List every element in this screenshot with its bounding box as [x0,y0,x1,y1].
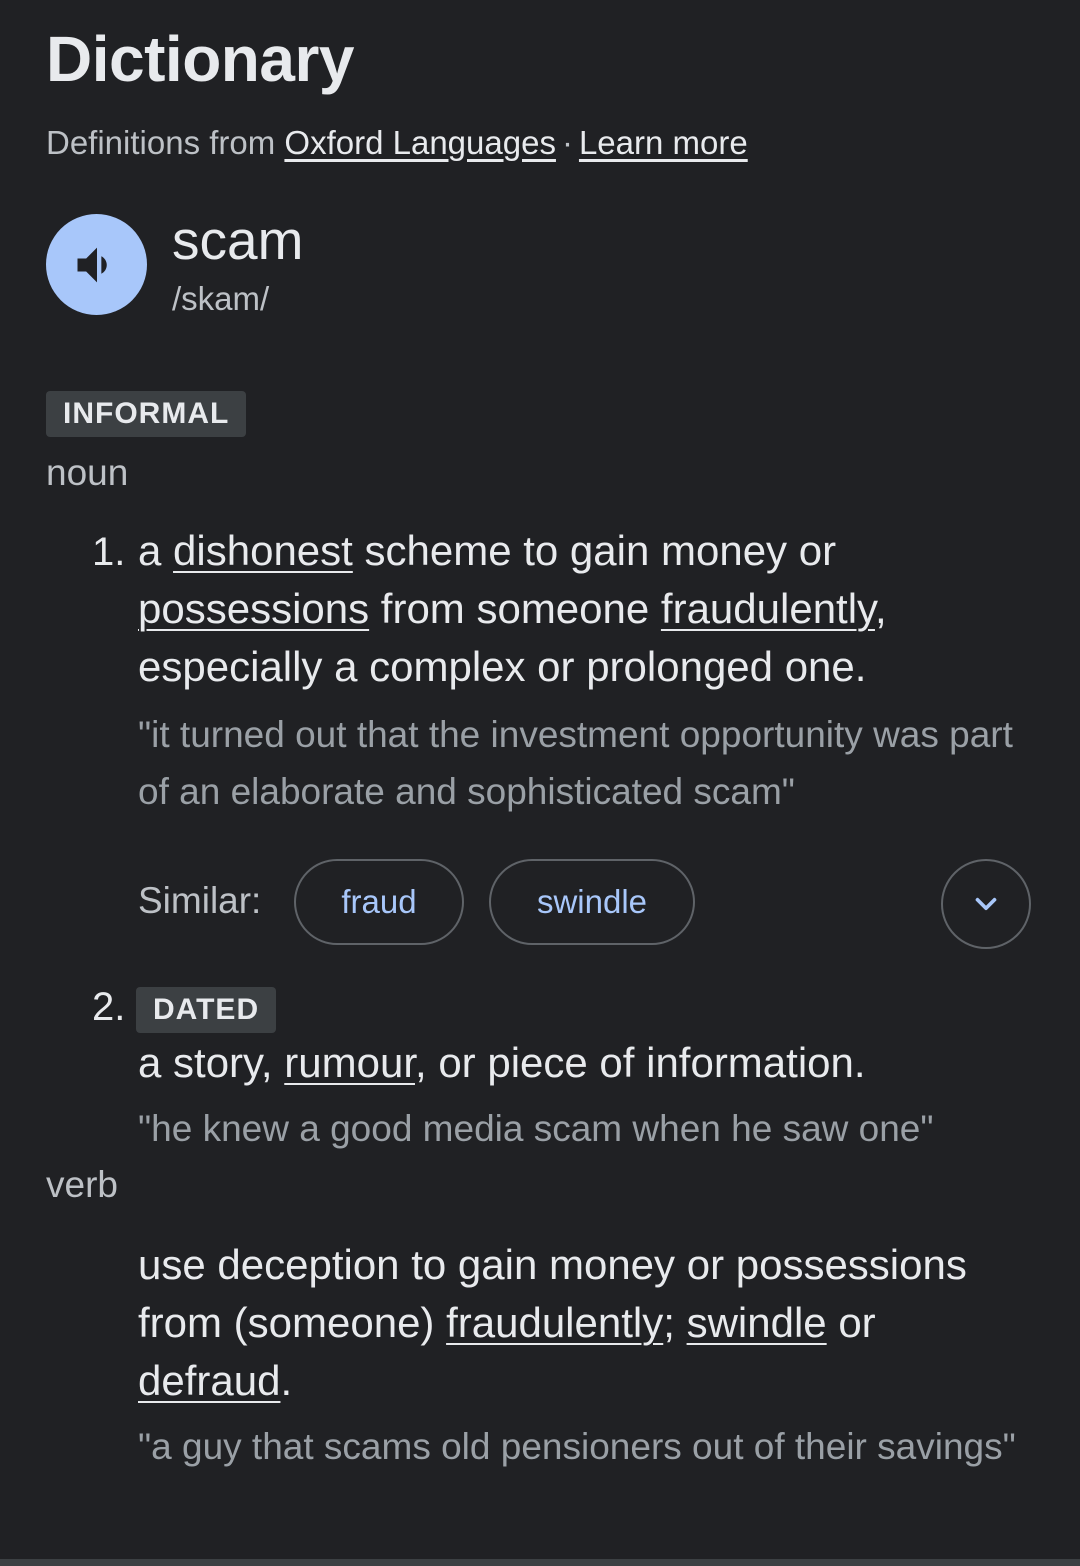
definition-verb: use deception to gain money or possessio… [138,1236,1038,1410]
source-prefix: Definitions from [46,124,276,161]
def-link-fraudulently[interactable]: fraudulently [661,585,875,632]
similar-chip-fraud[interactable]: fraud [294,859,464,945]
volume-up-icon [77,247,107,282]
panel-title: Dictionary [46,23,354,95]
def-link-defraud[interactable]: defraud [138,1357,280,1404]
part-of-speech-noun: noun [46,452,129,493]
definition-1: a dishonest scheme to gain money or poss… [138,522,1038,696]
headword: scam [172,209,304,271]
pronunciation-button[interactable] [46,214,147,315]
example-1: "it turned out that the investment oppor… [138,714,1013,812]
separator-dot: · [561,124,573,161]
def-link-swindle[interactable]: swindle [687,1299,827,1346]
bottom-divider [0,1559,1080,1566]
sense-number: 1. [92,530,126,574]
def-text: . [280,1357,293,1404]
def-link-dishonest[interactable]: dishonest [173,527,353,574]
example-verb: "a guy that scams old pensioners out of … [138,1426,1016,1467]
def-text: , or piece of information. [414,1039,866,1086]
def-text: a story, [138,1039,285,1086]
oxford-languages-link[interactable]: Oxford Languages [284,124,556,161]
sense-number: 2. [92,985,126,1029]
learn-more-link[interactable]: Learn more [579,124,748,161]
def-link-possessions[interactable]: possessions [138,585,369,632]
def-text: scheme to gain money or [352,527,837,574]
source-line: Definitions from Oxford Languages · Learn … [46,124,748,162]
example-2: "he knew a good media scam when he saw o… [138,1108,934,1149]
dated-badge: DATED [136,987,277,1033]
def-link-fraudulently[interactable]: fraudulently [446,1299,663,1346]
def-text: a [138,527,174,574]
def-text: from someone [369,585,661,632]
similar-label: Similar: [138,880,262,921]
definition-2: a story, rumour, or piece of information… [138,1034,1038,1092]
similar-chip-swindle[interactable]: swindle [489,859,695,945]
def-text: or [826,1299,876,1346]
expand-button[interactable] [941,859,1031,949]
chevron-down-icon [975,897,997,911]
register-badge: INFORMAL [46,391,247,437]
part-of-speech-verb: verb [46,1164,118,1205]
def-link-rumour[interactable]: rumour [284,1039,415,1086]
def-text: ; [663,1299,687,1346]
phonetic: /skam/ [172,280,270,317]
